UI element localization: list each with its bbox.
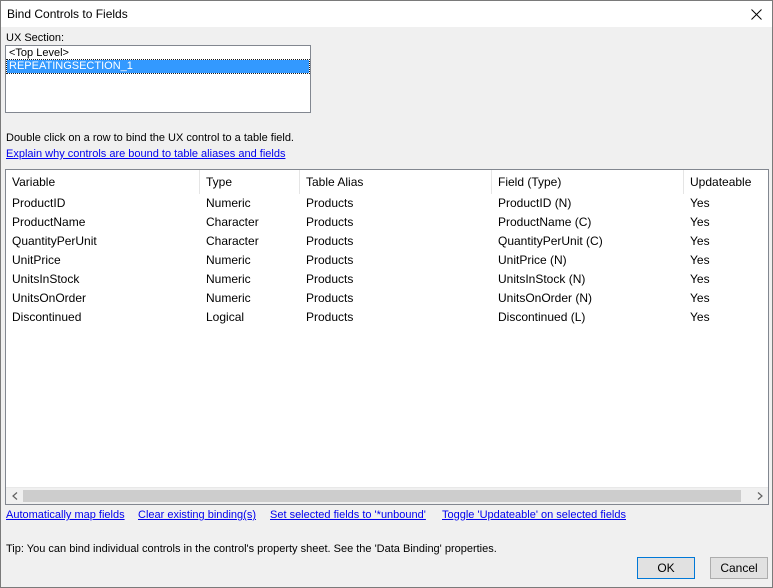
window-title: Bind Controls to Fields <box>7 7 128 21</box>
cell-updateable: Yes <box>690 253 710 267</box>
cell-type: Numeric <box>206 291 251 305</box>
cell-table-alias: Products <box>306 253 354 267</box>
cancel-button-label: Cancel <box>720 561 758 575</box>
cell-updateable: Yes <box>690 234 710 248</box>
cell-table-alias: Products <box>306 291 354 305</box>
table-row[interactable]: UnitsOnOrder Numeric Products UnitsOnOrd… <box>6 289 768 308</box>
ux-item-top-level[interactable]: <Top Level> <box>7 47 69 60</box>
cell-variable: UnitsInStock <box>12 272 80 286</box>
bindings-grid[interactable]: Variable Type Table Alias Field (Type) U… <box>5 169 769 505</box>
ok-button-label: OK <box>657 561 675 575</box>
cell-updateable: Yes <box>690 196 710 210</box>
cell-updateable: Yes <box>690 310 710 324</box>
scroll-left-button[interactable] <box>6 488 23 504</box>
chevron-left-icon <box>11 492 17 500</box>
column-header-variable[interactable]: Variable <box>6 170 200 194</box>
cell-updateable: Yes <box>690 272 710 286</box>
table-row[interactable]: Discontinued Logical Products Discontinu… <box>6 308 768 327</box>
scroll-right-button[interactable] <box>751 488 768 504</box>
table-row[interactable]: QuantityPerUnit Character Products Quant… <box>6 232 768 251</box>
toggle-updateable-link[interactable]: Toggle 'Updateable' on selected fields <box>442 509 626 521</box>
cell-variable: QuantityPerUnit <box>12 234 97 248</box>
table-row[interactable]: UnitPrice Numeric Products UnitPrice (N)… <box>6 251 768 270</box>
table-row[interactable]: ProductName Character Products ProductNa… <box>6 213 768 232</box>
explain-link[interactable]: Explain why controls are bound to table … <box>6 148 285 160</box>
cell-table-alias: Products <box>306 234 354 248</box>
grid-header: Variable Type Table Alias Field (Type) U… <box>6 170 768 194</box>
chevron-right-icon <box>757 492 763 500</box>
cell-field-type: QuantityPerUnit (C) <box>498 234 603 248</box>
column-header-field-type[interactable]: Field (Type) <box>492 170 684 194</box>
scroll-thumb[interactable] <box>23 490 741 502</box>
close-icon <box>750 8 762 20</box>
cancel-button[interactable]: Cancel <box>710 557 768 579</box>
column-header-updateable[interactable]: Updateable <box>684 170 768 194</box>
cell-table-alias: Products <box>306 196 354 210</box>
instructions-text: Double click on a row to bind the UX con… <box>6 132 294 144</box>
cell-variable: ProductName <box>12 215 86 229</box>
cell-type: Numeric <box>206 196 251 210</box>
cell-field-type: UnitPrice (N) <box>498 253 567 267</box>
cell-type: Logical <box>206 310 245 324</box>
ux-item-repeating-section[interactable]: REPEATINGSECTION_1 <box>6 59 310 74</box>
cell-field-type: UnitsOnOrder (N) <box>498 291 593 305</box>
cell-table-alias: Products <box>306 215 354 229</box>
column-header-type[interactable]: Type <box>200 170 300 194</box>
cell-field-type: UnitsInStock (N) <box>498 272 586 286</box>
clear-binding-link[interactable]: Clear existing binding(s) <box>138 509 256 521</box>
dialog-window: Bind Controls to Fields UX Section: <Top… <box>0 0 773 588</box>
cell-field-type: Discontinued (L) <box>498 310 586 324</box>
ok-button[interactable]: OK <box>637 557 695 579</box>
cell-updateable: Yes <box>690 215 710 229</box>
cell-field-type: ProductID (N) <box>498 196 572 210</box>
column-header-table-alias[interactable]: Table Alias <box>300 170 492 194</box>
cell-table-alias: Products <box>306 272 354 286</box>
set-unbound-link[interactable]: Set selected fields to '*unbound' <box>270 509 426 521</box>
cell-type: Numeric <box>206 253 251 267</box>
cell-variable: Discontinued <box>12 310 82 324</box>
cell-variable: UnitPrice <box>12 253 61 267</box>
ux-section-list[interactable]: <Top Level> REPEATINGSECTION_1 <box>5 45 311 113</box>
cell-variable: UnitsOnOrder <box>12 291 87 305</box>
cell-updateable: Yes <box>690 291 710 305</box>
close-button[interactable] <box>744 3 768 25</box>
table-row[interactable]: UnitsInStock Numeric Products UnitsInSto… <box>6 270 768 289</box>
tip-text: Tip: You can bind individual controls in… <box>6 543 497 555</box>
cell-field-type: ProductName (C) <box>498 215 592 229</box>
auto-map-link[interactable]: Automatically map fields <box>6 509 125 521</box>
cell-type: Character <box>206 234 259 248</box>
cell-type: Numeric <box>206 272 251 286</box>
cell-variable: ProductID <box>12 196 66 210</box>
cell-table-alias: Products <box>306 310 354 324</box>
cell-type: Character <box>206 215 259 229</box>
ux-section-label: UX Section: <box>6 32 65 44</box>
table-row[interactable]: ProductID Numeric Products ProductID (N)… <box>6 194 768 213</box>
horizontal-scrollbar[interactable] <box>6 487 768 504</box>
title-bar: Bind Controls to Fields <box>1 1 772 27</box>
